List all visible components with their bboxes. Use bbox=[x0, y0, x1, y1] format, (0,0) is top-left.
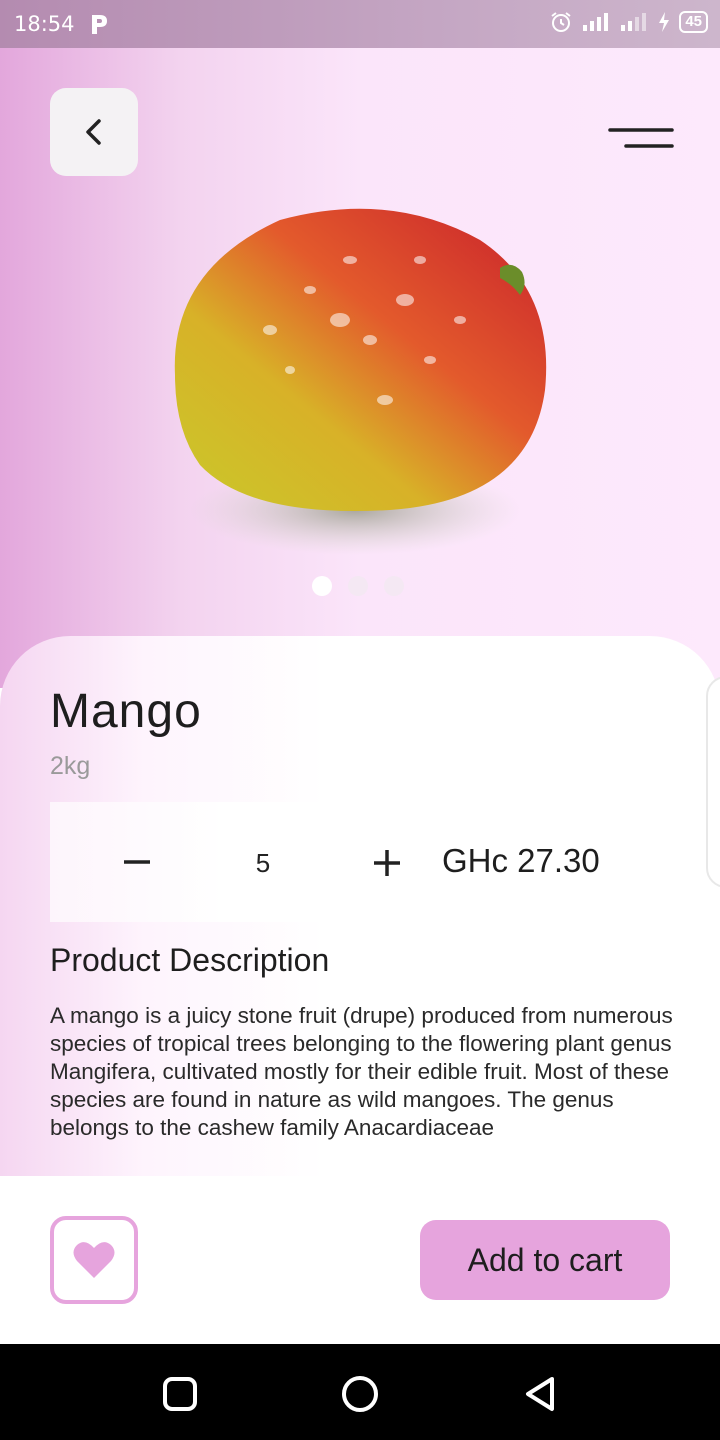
charging-icon bbox=[659, 12, 670, 32]
signal-2-icon bbox=[621, 13, 647, 31]
signal-icon bbox=[583, 13, 609, 31]
product-weight: 2kg bbox=[50, 752, 91, 780]
home-icon[interactable] bbox=[340, 1374, 380, 1414]
menu-icon[interactable] bbox=[606, 124, 676, 154]
status-bar: 18:54 45 bbox=[0, 0, 720, 48]
description-title: Product Description bbox=[50, 942, 330, 978]
minus-icon[interactable] bbox=[120, 850, 154, 874]
quantity-value: 5 bbox=[255, 848, 271, 878]
product-price: GHc 27.30 bbox=[442, 842, 600, 879]
recents-icon[interactable] bbox=[160, 1374, 200, 1414]
carousel-dots bbox=[312, 576, 404, 596]
status-time: 18:54 bbox=[14, 12, 75, 36]
back-nav-icon[interactable] bbox=[520, 1374, 560, 1414]
parking-app-icon bbox=[91, 15, 107, 34]
carousel-dot[interactable] bbox=[348, 576, 368, 596]
product-name: Mango bbox=[50, 685, 202, 738]
battery-level: 45 bbox=[679, 11, 708, 33]
mango-illustration bbox=[174, 208, 547, 555]
system-nav-bar bbox=[0, 1344, 720, 1440]
carousel-dot[interactable] bbox=[384, 576, 404, 596]
alarm-icon bbox=[551, 12, 571, 32]
product-image bbox=[160, 200, 560, 560]
side-panel-edge[interactable] bbox=[706, 676, 720, 888]
plus-icon[interactable] bbox=[370, 846, 404, 880]
quantity-stepper bbox=[50, 802, 340, 922]
description-text: A mango is a juicy stone fruit (drupe) p… bbox=[50, 1003, 673, 1140]
back-button[interactable] bbox=[50, 88, 138, 176]
carousel-dot-active[interactable] bbox=[312, 576, 332, 596]
chevron-left-icon bbox=[86, 119, 101, 145]
heart-icon bbox=[73, 1242, 115, 1278]
favorite-button[interactable] bbox=[50, 1216, 138, 1304]
add-to-cart-button[interactable]: Add to cart bbox=[420, 1220, 670, 1300]
